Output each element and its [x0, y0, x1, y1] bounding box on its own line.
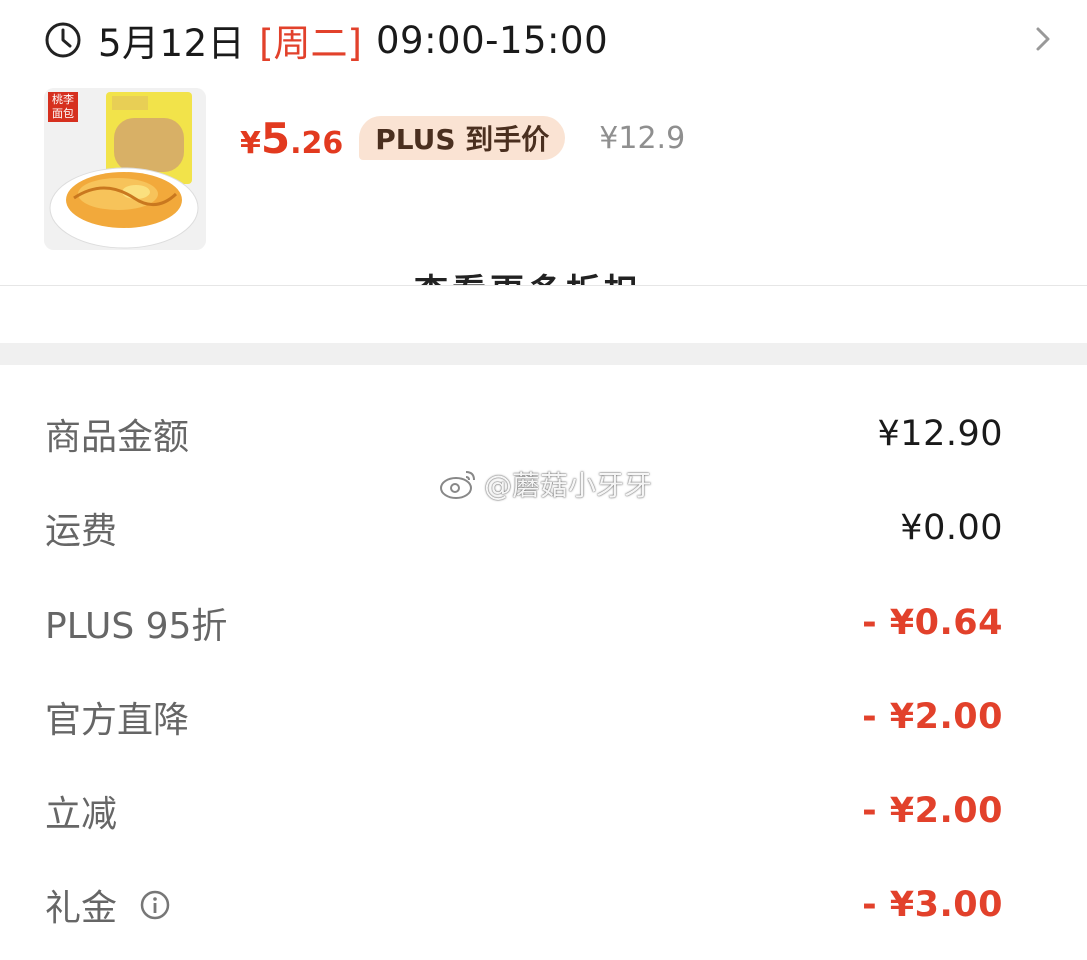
delivery-time-range: 09:00-15:00	[376, 18, 609, 62]
weibo-icon	[438, 466, 480, 502]
summary-value: ¥0.00	[900, 508, 1003, 548]
delivery-time-row[interactable]: 5月12日 [周二] 09:00-15:00	[44, 14, 1054, 66]
summary-label: 官方直降	[45, 700, 190, 741]
summary-label: 商品金额	[45, 417, 190, 458]
summary-label: 运费	[45, 511, 118, 552]
original-price: ¥12.9	[599, 120, 686, 156]
price-decimal: .26	[290, 125, 344, 161]
summary-row-goods-amount: 商品金额 ¥12.90	[45, 404, 1003, 464]
summary-row-instant-reduction: 立减 - ¥2.00	[45, 781, 1003, 841]
clock-icon	[44, 21, 82, 59]
order-summary-page: 5月12日 [周二] 09:00-15:00 桃李面包 ¥ 5 .26 PLUS…	[0, 0, 1087, 960]
more-discounts-text: 查看更多折扣	[414, 264, 642, 285]
price-currency: ¥	[240, 125, 261, 161]
more-discounts-link[interactable]: 查看更多折扣	[0, 252, 1087, 285]
delivery-date: 5月12日	[98, 22, 246, 65]
divider	[0, 285, 1087, 286]
summary-value: - ¥2.00	[862, 697, 1003, 737]
chevron-right-icon[interactable]	[1032, 24, 1054, 54]
summary-row-gift-money: 礼金 - ¥3.00	[45, 875, 1003, 935]
brand-logo-badge: 桃李面包	[48, 92, 78, 122]
summary-value: - ¥0.64	[862, 603, 1003, 643]
summary-label: 立减	[45, 794, 118, 835]
summary-label: PLUS 95折	[45, 606, 228, 647]
summary-label: 礼金	[45, 888, 118, 929]
summary-value: - ¥2.00	[862, 791, 1003, 831]
plus-price-badge: PLUS 到手价	[359, 116, 566, 160]
summary-value: ¥12.90	[877, 414, 1003, 454]
price-integer: 5	[260, 113, 291, 163]
info-icon[interactable]	[139, 889, 171, 921]
summary-row-official-reduction: 官方直降 - ¥2.00	[45, 687, 1003, 747]
current-price: ¥ 5 .26	[240, 114, 343, 163]
delivery-weekday: [周二]	[259, 22, 362, 65]
brand-logo-text: 桃李面包	[52, 93, 74, 120]
plus-badge-label: PLUS 到手价	[375, 123, 550, 156]
watermark: @蘑菇小牙牙	[438, 464, 652, 504]
summary-row-plus-discount: PLUS 95折 - ¥0.64	[45, 593, 1003, 653]
watermark-text: @蘑菇小牙牙	[484, 469, 653, 502]
price-row: ¥ 5 .26 PLUS 到手价 ¥12.9	[240, 112, 685, 164]
section-separator	[0, 343, 1087, 365]
summary-label-wrap: 礼金	[45, 879, 171, 931]
summary-row-shipping: 运费 ¥0.00	[45, 498, 1003, 558]
summary-value: - ¥3.00	[862, 885, 1003, 925]
